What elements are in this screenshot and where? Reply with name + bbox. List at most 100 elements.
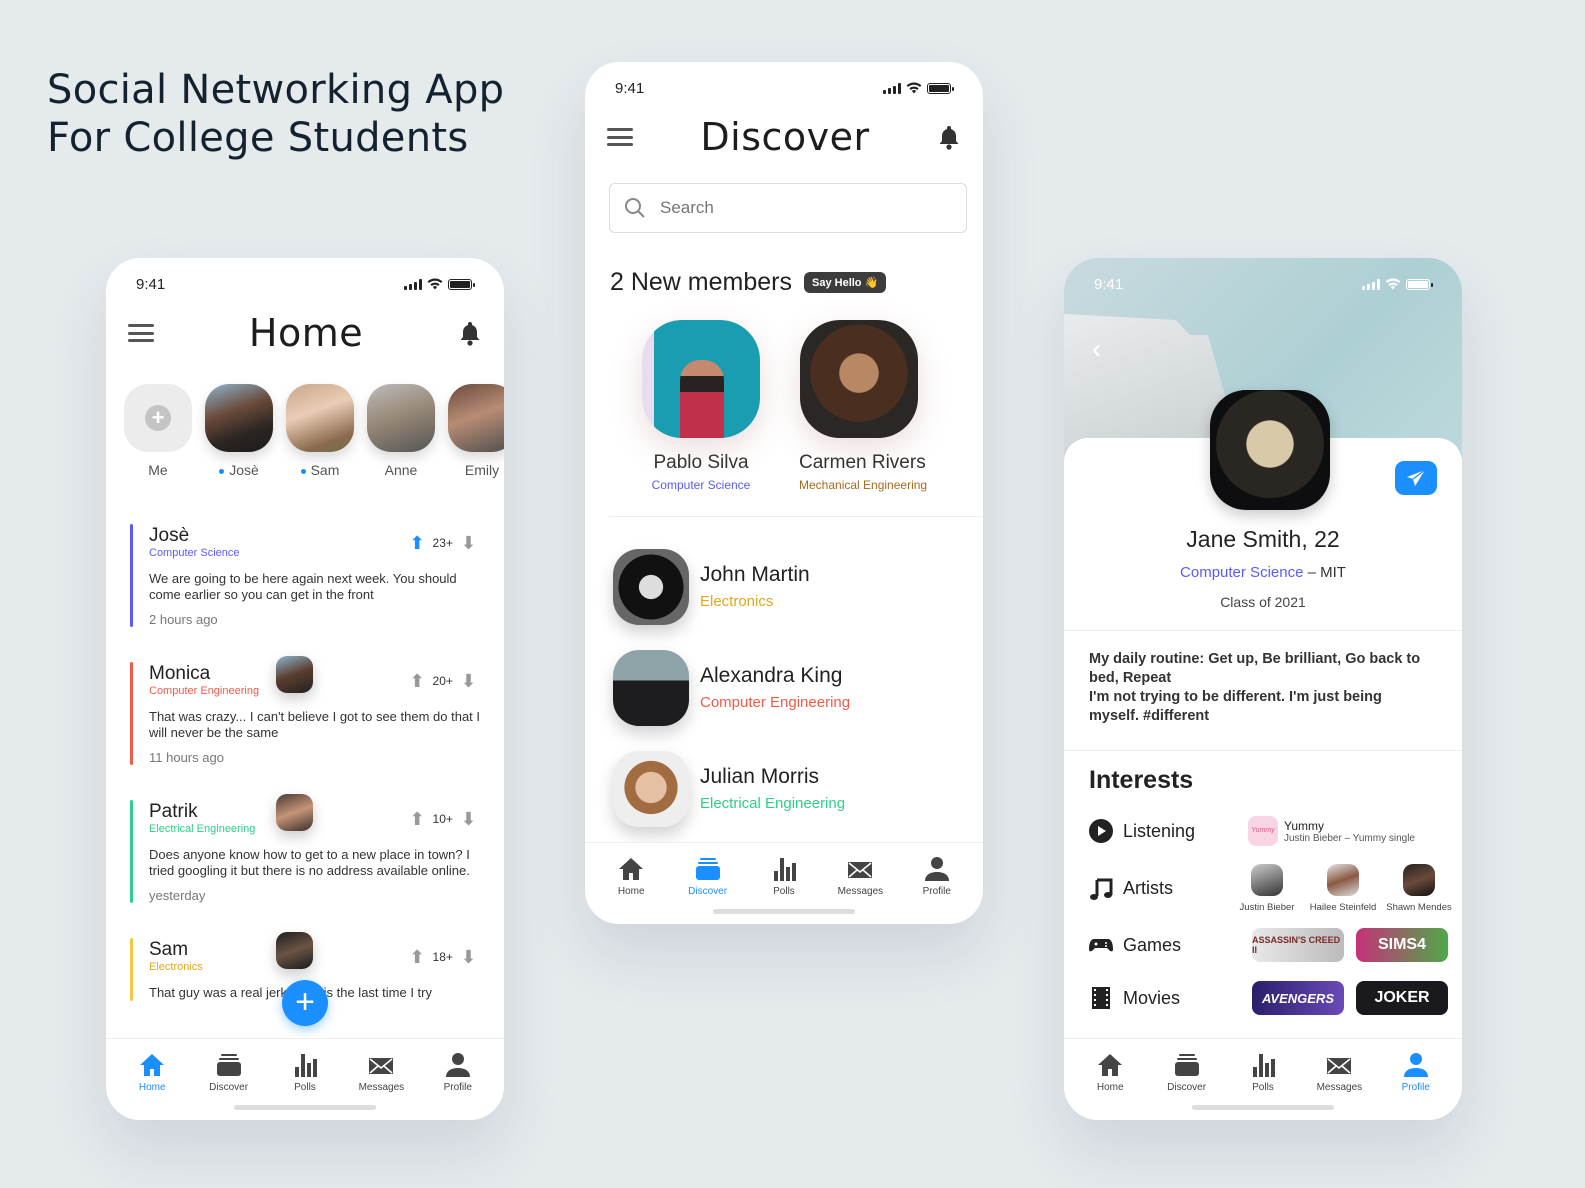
nav-profile[interactable]: Profile <box>907 855 967 924</box>
menu-icon[interactable] <box>607 128 633 146</box>
track-card[interactable]: Yummy Yummy Justin Bieber – Yummy single <box>1248 816 1415 846</box>
profile-bio: My daily routine: Get up, Be brilliant, … <box>1089 651 1421 724</box>
bar-chart-icon <box>773 858 796 881</box>
plus-icon: + <box>145 405 171 431</box>
menu-icon[interactable] <box>128 324 154 342</box>
upvote-icon[interactable]: ⬆ <box>409 671 424 692</box>
home-indicator <box>1192 1105 1334 1110</box>
battery-icon <box>1406 278 1433 290</box>
new-members-list: Pablo Silva Computer Science Carmen Rive… <box>641 320 927 492</box>
members-list: John Martin Electronics Alexandra King Com… <box>613 536 850 839</box>
nav-home[interactable]: Home <box>1080 1051 1140 1120</box>
upvote-icon[interactable]: ⬆ <box>409 947 424 968</box>
page-title: Home <box>248 311 364 355</box>
status-bar: 9:41 <box>615 78 954 98</box>
bar-chart-icon <box>294 1054 317 1077</box>
interests-heading: Interests <box>1089 766 1194 794</box>
page-title: Discover <box>700 115 870 159</box>
battery-icon <box>927 82 954 94</box>
nav-profile[interactable]: Profile <box>1386 1051 1446 1120</box>
profile-screen: 9:41 ‹ Jane Smith, 22 Computer Science –… <box>1064 258 1462 1120</box>
profile-name: Jane Smith, 22 <box>1186 526 1340 552</box>
wifi-icon <box>427 278 443 290</box>
downvote-icon[interactable]: ⬇ <box>461 533 476 554</box>
profile-class: Class of 2021 <box>1220 594 1306 610</box>
downvote-icon[interactable]: ⬇ <box>461 671 476 692</box>
nav-profile[interactable]: Profile <box>428 1051 488 1120</box>
battery-icon <box>448 278 475 290</box>
vote-count: 10+ <box>432 812 453 826</box>
status-time: 9:41 <box>1094 275 1124 293</box>
home-icon <box>1098 1054 1123 1076</box>
member-row[interactable]: Julian Morris Electrical Engineering <box>613 738 850 839</box>
status-bar: 9:41 <box>1094 274 1433 294</box>
nav-home[interactable]: Home <box>601 855 661 924</box>
interest-games: Games ASSASSIN'S CREED II SIMS4 <box>1088 928 1454 962</box>
bell-icon[interactable] <box>937 124 961 150</box>
signal-icon <box>404 278 422 290</box>
story-anne[interactable]: Anne <box>367 384 435 478</box>
post-feed: Josè Computer Science ⬆ 23+ ⬇ We are goin… <box>130 524 484 1107</box>
headline: Social Networking App For College Studen… <box>47 67 505 161</box>
member-row[interactable]: Alexandra King Computer Engineering <box>613 637 850 738</box>
play-circle-icon <box>1089 819 1113 843</box>
story-me[interactable]: + Me <box>124 384 192 478</box>
post-card[interactable]: Josè Computer Science ⬆ 23+ ⬇ We are goin… <box>130 524 484 693</box>
story-emily[interactable]: Emily <box>448 384 504 478</box>
vote-count: 18+ <box>432 950 453 964</box>
envelope-icon <box>848 862 873 878</box>
avatar <box>1251 864 1283 896</box>
artist-item[interactable]: Justin Bieber <box>1232 864 1302 913</box>
interest-listening: Listening Yummy Yummy Justin Bieber – Yum… <box>1088 816 1454 846</box>
upvote-icon[interactable]: ⬆ <box>409 809 424 830</box>
gamepad-icon <box>1089 939 1113 952</box>
story-jose[interactable]: Josè <box>205 384 273 478</box>
avatar <box>613 750 689 827</box>
nav-home[interactable]: Home <box>122 1051 182 1120</box>
post-card[interactable]: Patrik Electrical Engineering ⬆ 10+ ⬇ Doe… <box>130 800 484 969</box>
new-member-card[interactable]: Carmen Rivers Mechanical Engineering <box>799 320 927 492</box>
cards-icon <box>695 858 720 880</box>
artist-item[interactable]: Hailee Steinfeld <box>1308 864 1378 913</box>
home-icon <box>140 1054 165 1076</box>
say-hello-button[interactable]: Say Hello 👋 <box>804 272 887 293</box>
upvote-icon[interactable]: ⬆ <box>409 533 424 554</box>
paper-plane-icon <box>1407 469 1426 486</box>
story-sam[interactable]: Sam <box>286 384 354 478</box>
divider <box>1064 630 1462 631</box>
home-icon <box>619 858 644 880</box>
interest-artists: Artists Justin Bieber Hailee Steinfeld S… <box>1088 864 1454 913</box>
artist-item[interactable]: Shawn Mendes <box>1384 864 1454 913</box>
add-story-button[interactable]: + <box>124 384 192 452</box>
post-card[interactable]: Monica Computer Engineering ⬆ 20+ ⬇ That … <box>130 662 484 831</box>
vote-count: 23+ <box>432 536 453 550</box>
avatar <box>448 384 504 452</box>
avatar <box>205 384 273 452</box>
interest-movies: Movies AVENGERS JOKER <box>1088 981 1454 1015</box>
envelope-icon <box>369 1058 394 1074</box>
bell-icon[interactable] <box>458 320 482 346</box>
envelope-icon <box>1327 1058 1352 1074</box>
new-members-heading: 2 New members <box>610 268 792 296</box>
online-dot <box>300 468 306 474</box>
avatar <box>367 384 435 452</box>
discover-screen: 9:41 Discover 2 New members Say Hello 👋 … <box>585 62 983 924</box>
game-tile[interactable]: SIMS4 <box>1356 928 1448 962</box>
avatar <box>286 384 354 452</box>
downvote-icon[interactable]: ⬇ <box>461 809 476 830</box>
avatar <box>613 548 689 625</box>
home-screen: 9:41 Home + Me Josè Sam Anne Emily Josè … <box>106 258 504 1120</box>
status-bar: 9:41 <box>136 274 475 294</box>
back-chevron-icon[interactable]: ‹ <box>1092 333 1101 365</box>
search-input[interactable] <box>660 198 920 218</box>
movie-tile[interactable]: AVENGERS <box>1252 981 1344 1015</box>
vote-count: 20+ <box>432 674 453 688</box>
game-tile[interactable]: ASSASSIN'S CREED II <box>1252 928 1344 962</box>
send-message-button[interactable] <box>1395 461 1437 495</box>
search-field[interactable] <box>609 183 967 233</box>
downvote-icon[interactable]: ⬇ <box>461 947 476 968</box>
member-row[interactable]: John Martin Electronics <box>613 536 850 637</box>
movie-tile[interactable]: JOKER <box>1356 981 1448 1015</box>
new-member-card[interactable]: Pablo Silva Computer Science <box>641 320 761 492</box>
new-post-button[interactable]: + <box>282 980 328 1026</box>
